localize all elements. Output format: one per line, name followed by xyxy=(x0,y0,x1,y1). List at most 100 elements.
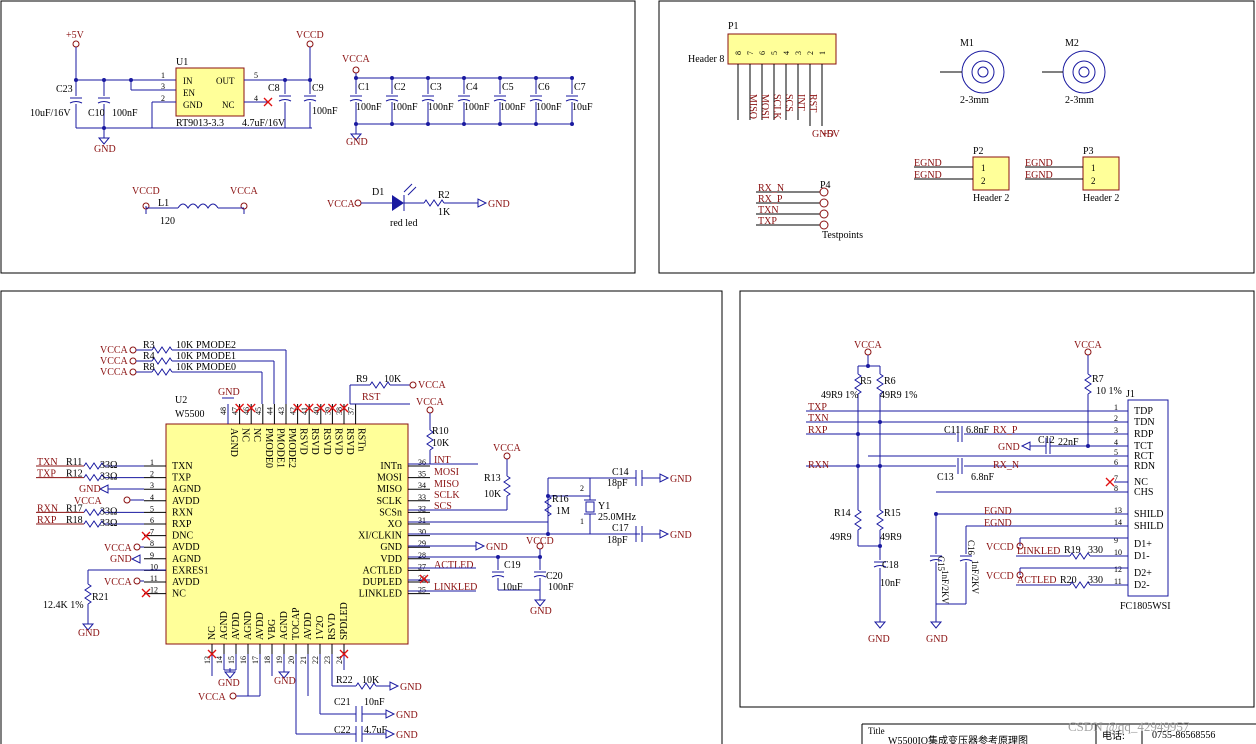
caps-gnd-label: GND xyxy=(346,137,368,148)
r9-value: 10K xyxy=(384,374,402,385)
pmode-net-pmode0: PMODE0 xyxy=(196,362,236,373)
v5-power-port xyxy=(72,40,80,53)
d1-value: red led xyxy=(390,218,418,229)
u2-pin-num: 16 xyxy=(239,656,248,664)
crystal-y1 xyxy=(585,501,595,513)
c17-value: 18pF xyxy=(607,535,628,546)
u2-pin-rsvd: RSVD xyxy=(321,428,332,455)
p1-pin-1: 1 xyxy=(818,51,827,55)
c8-ref: C8 xyxy=(268,83,280,94)
r6-ref: R6 xyxy=(884,376,896,387)
schematic-canvas: +5V C23 10uF/16V C10 100nF GND U1 RT9013… xyxy=(0,0,1256,744)
u2-pin-agnd: AGND xyxy=(243,611,254,640)
c22-gnd-label: GND xyxy=(396,730,418,741)
sclk-net: SCLK xyxy=(434,490,460,501)
pmode-vcca-label: VCCA xyxy=(100,367,129,378)
u2-pin-nc: NC xyxy=(207,626,218,640)
c16-value: 1nF/2KV xyxy=(970,560,980,595)
c19-value: 10uF xyxy=(502,582,523,593)
connectors-section: P1 Header 8 8 7 6 5 4 3 2 1MISO MOSI SCLK SCS INT RS… xyxy=(658,0,1255,274)
r19-ref: R19 xyxy=(1064,545,1081,556)
p1-signal-int: INT xyxy=(795,94,806,111)
u2-pin-exres1: EXRES1 xyxy=(172,565,209,576)
u2-pin-num: 40 xyxy=(312,407,321,415)
u2-pin-agnd: AGND xyxy=(219,611,230,640)
m2-ref: M2 xyxy=(1065,38,1079,49)
p1-signal-miso: MISO xyxy=(747,94,758,119)
j1-pin-d2p: D2+ xyxy=(1134,568,1152,579)
u2-pin-agnd: AGND xyxy=(228,428,239,457)
r6-value: 49R9 1% xyxy=(880,390,918,401)
vcca-label-caps: VCCA xyxy=(342,54,371,65)
u2-pin-num: 1 xyxy=(150,458,154,467)
net-rxp: RXP xyxy=(37,515,57,526)
u2-pin-num: 37 xyxy=(347,407,356,415)
u2-pin-dnc: DNC xyxy=(172,531,193,542)
power-supply-section: +5V C23 10uF/16V C10 100nF GND U1 RT9013… xyxy=(0,0,636,274)
l1-vccd-label: VCCD xyxy=(132,186,160,197)
bottom-gnd-label-1: GND xyxy=(218,678,240,689)
mount-hole-m2 xyxy=(1042,50,1106,94)
p3-net-2: EGND xyxy=(1025,170,1053,181)
p1-pin-3: 3 xyxy=(794,51,803,55)
u2-pin-num: 7 xyxy=(150,528,154,537)
u2-pin-num: 17 xyxy=(251,656,260,664)
c20-value: 100nF xyxy=(548,582,574,593)
c18-value: 10nF xyxy=(880,578,901,589)
u2-pin-1v2o: 1V2O xyxy=(315,616,326,640)
pmode-vcca-label: VCCA xyxy=(100,356,129,367)
pmode-res-r4-value: 10K xyxy=(176,351,194,362)
p3-header xyxy=(1082,156,1120,191)
j1-pin-shild: SHILD xyxy=(1134,521,1163,532)
c12-gnd-label: GND xyxy=(998,442,1020,453)
u2-pin-avdd: AVDD xyxy=(255,612,266,640)
actled-net: ACTLED xyxy=(434,560,473,571)
u2-pin-num: 43 xyxy=(277,407,286,415)
r5-value: 49R9 1% xyxy=(821,390,859,401)
pmode-res-r8-ref: R8 xyxy=(143,362,155,373)
u2-pin-miso: MISO xyxy=(377,484,402,495)
d1-gnd-label: GND xyxy=(488,199,510,210)
j1-pin-chs: CHS xyxy=(1134,487,1153,498)
r16-value: 1M xyxy=(556,506,570,517)
u2-pin-num: 21 xyxy=(299,656,308,664)
r14-ref: R14 xyxy=(834,508,851,519)
c14-value: 18pF xyxy=(607,478,628,489)
net-txp: TXP xyxy=(37,469,56,480)
u2-pin-rsvd: RSVD xyxy=(309,428,320,455)
u2-pin-agnd: AGND xyxy=(172,484,201,495)
cap-c3-value: 100nF xyxy=(428,102,454,113)
pin29-gnd-label: GND xyxy=(486,542,508,553)
bottom-gnd-label-2: GND xyxy=(274,676,296,687)
u2-pin-num: 25 xyxy=(418,586,426,595)
u2-pin-actled: ACTLED xyxy=(363,565,402,576)
u2-pin-num: 6 xyxy=(150,516,154,525)
mount-hole-m1 xyxy=(940,50,1005,94)
pmode-res-r3-ref: R3 xyxy=(143,340,155,351)
r15-value: 49R9 xyxy=(880,532,902,543)
r22-gnd-label: GND xyxy=(400,682,422,693)
u2-pin-avdd: AVDD xyxy=(303,612,314,640)
led1-vccd-label: VCCD xyxy=(986,542,1014,553)
r9-ref: R9 xyxy=(356,374,368,385)
r7-value: 10 1% xyxy=(1096,386,1122,397)
r5-vcca-label: VCCA xyxy=(854,340,883,351)
p2-name: Header 2 xyxy=(973,193,1009,204)
c8-value: 4.7uF/16V xyxy=(242,118,286,129)
u2-pin-vdd: VDD xyxy=(380,554,402,565)
c18-gnd-label: GND xyxy=(868,634,890,645)
c16-ref: C16 xyxy=(966,540,976,556)
u1-gnd-label: GND xyxy=(94,144,116,155)
c12-ref: C12 xyxy=(1038,435,1055,446)
cap-c3-ref: C3 xyxy=(430,82,442,93)
p2-pin-1: 1 xyxy=(981,163,986,173)
pmode-vcca-label: VCCA xyxy=(100,345,129,356)
u2-pin-num: 2 xyxy=(150,470,154,479)
u2-pin-num: 44 xyxy=(265,407,274,415)
u1-pin-num-5: 5 xyxy=(254,71,258,80)
top-gnd-label: GND xyxy=(218,387,240,398)
u2-pin-avdd: AVDD xyxy=(172,496,200,507)
pin8-vcca-label: VCCA xyxy=(104,543,133,554)
r21-value: 12.4K 1% xyxy=(43,600,84,611)
res-r11-ref: R11 xyxy=(66,457,82,468)
